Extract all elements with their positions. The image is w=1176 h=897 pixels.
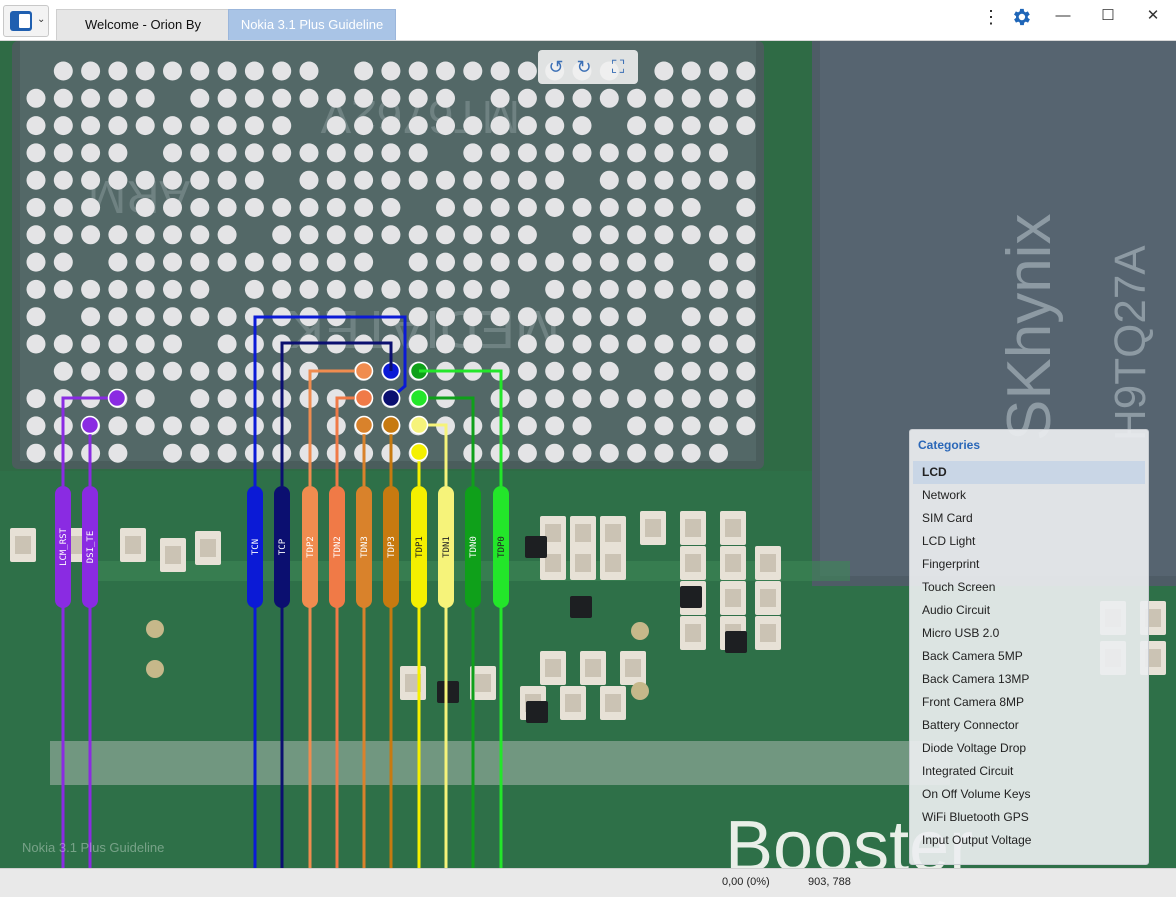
title-bar: ⌄ Welcome - Orion By ESTECH Nokia 3.1 Pl… <box>0 0 1176 62</box>
category-item[interactable]: Touch Screen <box>913 576 1145 599</box>
category-item[interactable]: WiFi Bluetooth GPS <box>913 806 1145 829</box>
chevron-down-icon: ⌄ <box>37 14 46 25</box>
signal-label: LCM_RST <box>59 527 69 566</box>
signal-label: TCP <box>278 538 288 555</box>
close-button[interactable]: ✕ <box>1138 4 1168 28</box>
categories-panel: Categories LCD Network SIM Card LCD Light Fi… <box>909 429 1149 865</box>
fit-screen-icon[interactable]: ⛶ <box>606 55 630 79</box>
maximize-button[interactable]: ☐ <box>1093 4 1123 28</box>
category-item[interactable]: SIM Card <box>913 507 1145 530</box>
view-toolbar: ↺ ↻ ⛶ <box>538 50 638 84</box>
sidebar-toggle-icon <box>10 11 32 31</box>
signal-label: TDN0 <box>469 536 479 558</box>
category-item[interactable]: Integrated Circuit <box>913 760 1145 783</box>
kebab-icon[interactable]: ⋮ <box>982 8 1000 26</box>
category-item[interactable]: Front Camera 8MP <box>913 691 1145 714</box>
sidebar-menu-button[interactable]: ⌄ <box>3 5 49 37</box>
zoom-readout: 0,00 (0%) <box>722 876 770 888</box>
signal-label: TDN3 <box>360 536 370 558</box>
svg-text:H9TQ27A: H9TQ27A <box>1106 245 1155 441</box>
gear-icon[interactable] <box>1010 6 1032 28</box>
signal-label: TCN <box>251 539 261 555</box>
signal-label: DSI_TE <box>86 531 96 564</box>
category-item[interactable]: Network <box>913 484 1145 507</box>
signal-label: TDN2 <box>333 536 343 558</box>
watermark: Nokia 3.1 Plus Guideline <box>22 840 165 855</box>
signal-label: TDN1 <box>442 536 452 558</box>
signal-label: TDP3 <box>387 536 397 558</box>
rotate-right-icon[interactable]: ↻ <box>572 55 596 79</box>
signal-label: TDP1 <box>415 536 425 558</box>
category-item[interactable]: Battery Connector <box>913 714 1145 737</box>
categories-title: Categories <box>918 438 981 452</box>
tab-welcome[interactable]: Welcome - Orion By ESTECH <box>56 9 230 62</box>
category-item[interactable]: Input Output Voltage <box>913 829 1145 852</box>
cursor-coordinates: 903, 788 <box>808 876 851 888</box>
category-item[interactable]: Micro USB 2.0 <box>913 622 1145 645</box>
category-item[interactable]: Fingerprint <box>913 553 1145 576</box>
categories-list: LCD Network SIM Card LCD Light Fingerprint To… <box>913 461 1145 852</box>
category-item[interactable]: Audio Circuit <box>913 599 1145 622</box>
signal-label: TDP2 <box>306 536 316 558</box>
svg-text:SKhynix: SKhynix <box>995 214 1064 441</box>
rotate-left-icon[interactable]: ↺ <box>544 55 568 79</box>
category-item[interactable]: LCD Light <box>913 530 1145 553</box>
category-item[interactable]: LCD <box>913 461 1145 484</box>
category-item[interactable]: Back Camera 13MP <box>913 668 1145 691</box>
minimize-button[interactable]: — <box>1048 4 1078 28</box>
status-bar: 0,00 (0%) 903, 788 <box>0 868 1176 897</box>
category-item[interactable]: Back Camera 5MP <box>913 645 1145 668</box>
tab-nokia-guideline[interactable]: Nokia 3.1 Plus Guideline <box>228 9 396 40</box>
category-item[interactable]: On Off Volume Keys <box>913 783 1145 806</box>
signal-label: TDP0 <box>497 536 507 558</box>
category-item[interactable]: Diode Voltage Drop <box>913 737 1145 760</box>
